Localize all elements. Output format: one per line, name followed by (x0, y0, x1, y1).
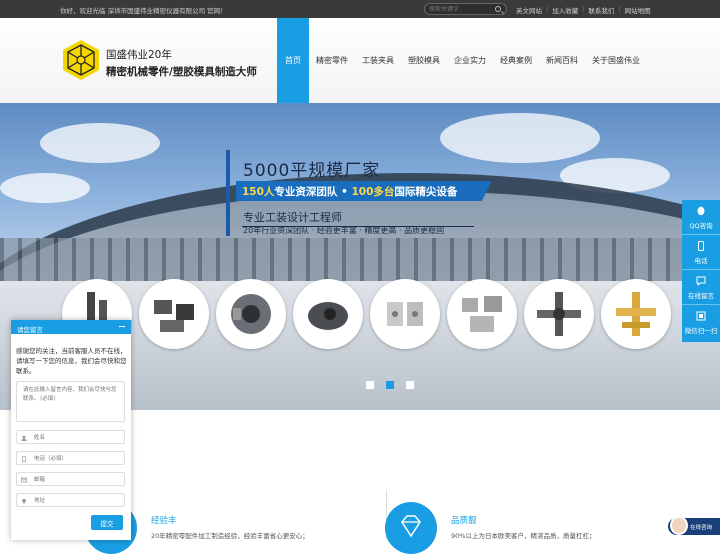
company-logo-icon[interactable] (59, 39, 103, 81)
brass-part-icon (616, 292, 656, 336)
separator: | (582, 5, 585, 13)
ribbon-highlight: 100多台 (351, 186, 395, 198)
site-header: 国盛伟业20年 精密机械零件/塑胶模具制造大师 首页 精密零件 工装夹具 塑胶模… (0, 18, 720, 103)
online-chat-button[interactable]: 在线咨询 (668, 516, 720, 535)
slider-dot[interactable] (406, 381, 414, 389)
message-intro: 感谢您的关注，当前客服人员不在线，请填写一下您的信息，我们会尽快和您联系。 (16, 347, 127, 375)
right-float-bar: QQ咨询 电话 在线留言 微信扫一扫 (682, 200, 720, 342)
nav-news[interactable]: 新闻百科 (539, 18, 585, 103)
qr-code-icon (696, 311, 706, 321)
metal-part-icon (387, 302, 423, 326)
location-icon (22, 499, 26, 504)
link-contact-us[interactable]: 联系我们 (588, 5, 614, 15)
product-image[interactable] (293, 279, 363, 349)
wechat-scan-button[interactable]: 微信扫一扫 (682, 305, 720, 340)
product-image[interactable] (601, 279, 671, 349)
diamond-icon (385, 502, 437, 554)
product-image[interactable] (370, 279, 440, 349)
main-nav: 首页 精密零件 工装夹具 塑胶模具 企业实力 经典案例 新闻百科 关于国盛伟业 (277, 18, 647, 103)
feature-title: 经验丰 (151, 516, 177, 526)
message-widget: 请您留言 感谢您的关注，当前客服人员不在线，请填写一下您的信息，我们会尽快和您联… (11, 320, 131, 540)
email-icon (21, 477, 27, 483)
slider-dots (366, 381, 414, 389)
banner-accent-bar (226, 150, 230, 236)
nav-company-strength[interactable]: 企业实力 (447, 18, 493, 103)
message-header-title: 请您留言 (17, 326, 43, 334)
nav-about[interactable]: 关于国盛伟业 (585, 18, 647, 103)
cloud (40, 123, 160, 163)
minimize-icon[interactable] (119, 326, 125, 327)
metal-part-icon (231, 294, 271, 334)
banner-subtitle: 专业工装设计工程师 (243, 211, 342, 224)
phone-icon (698, 241, 704, 251)
separator: | (618, 5, 621, 13)
nav-cases[interactable]: 经典案例 (493, 18, 539, 103)
online-message-button[interactable]: 在线留言 (682, 270, 720, 305)
slider-dot-active[interactable] (386, 381, 394, 389)
banner-title: 5000平规模厂家 (243, 161, 381, 181)
submit-button[interactable]: 提交 (91, 515, 123, 530)
banner-ribbon: 150人专业资深团队 • 100多台国际精尖设备 (236, 181, 492, 201)
message-textarea[interactable] (16, 381, 125, 422)
product-image[interactable] (447, 279, 517, 349)
feature-desc: 90%以上为日本欧美客户，精湛品质，质量杠杠； (451, 532, 596, 540)
nav-home[interactable]: 首页 (277, 18, 309, 103)
nav-fixtures[interactable]: 工装夹具 (355, 18, 401, 103)
product-image[interactable] (139, 279, 209, 349)
metal-part-icon (537, 292, 581, 336)
cloud (0, 173, 90, 203)
top-links: 英文网站 | 加入收藏 | 联系我们 | 网站地图 (516, 5, 651, 15)
phone-button[interactable]: 电话 (682, 235, 720, 270)
search-input[interactable] (429, 5, 489, 14)
email-field[interactable] (16, 472, 125, 486)
cloud (440, 113, 600, 163)
link-add-favorite[interactable]: 加入收藏 (552, 5, 578, 15)
separator: | (546, 5, 549, 13)
nav-plastic-molds[interactable]: 塑胶模具 (401, 18, 447, 103)
nav-precision-parts[interactable]: 精密零件 (309, 18, 355, 103)
brand-line-1: 国盛伟业20年 (106, 49, 172, 61)
float-label: 微信扫一扫 (684, 327, 718, 335)
phone-icon (22, 456, 26, 462)
message-header[interactable]: 请您留言 (11, 320, 131, 334)
search-icon[interactable] (495, 6, 501, 12)
float-label: 电话 (694, 257, 708, 265)
ribbon-highlight: 150人 (242, 186, 275, 198)
chat-label: 在线咨询 (690, 525, 713, 531)
feature-title: 品质靓 (451, 516, 477, 526)
feature-desc: 20年精密零配件加工制造经验，经验丰富省心更安心； (151, 532, 309, 540)
welcome-text: 你好，欢迎光临 深圳市国盛伟业精密仪器有限公司 官网！ (60, 7, 227, 15)
float-label: 在线留言 (688, 292, 714, 300)
phone-field[interactable] (16, 451, 125, 465)
email-input[interactable] (34, 475, 119, 484)
product-image[interactable] (216, 279, 286, 349)
link-site-map[interactable]: 网站地图 (625, 5, 651, 15)
float-label: QQ咨询 (689, 222, 713, 230)
ribbon-text: 专业资深团队 • (274, 186, 352, 198)
slider-dot[interactable] (366, 381, 374, 389)
metal-part-icon (462, 296, 502, 332)
message-icon (696, 276, 706, 286)
qq-consult-button[interactable]: QQ咨询 (682, 200, 720, 235)
ribbon-text: 国际精尖设备 (394, 186, 458, 198)
phone-input[interactable] (34, 454, 119, 463)
agent-avatar (670, 516, 688, 535)
top-search[interactable] (424, 3, 507, 15)
address-input[interactable] (34, 496, 119, 505)
product-image[interactable] (524, 279, 594, 349)
qq-icon (697, 206, 705, 216)
name-input[interactable] (34, 433, 119, 442)
banner-tagline: 20年行业资深团队 · 经验更丰富 · 精度更高 · 品质更稳固 (243, 226, 445, 235)
name-field[interactable] (16, 430, 125, 444)
top-bar: 你好，欢迎光临 深圳市国盛伟业精密仪器有限公司 官网！ 英文网站 | 加入收藏 … (0, 0, 720, 18)
metal-part-icon (308, 302, 348, 330)
metal-part-icon (154, 300, 194, 332)
brand-line-2: 精密机械零件/塑胶模具制造大师 (106, 66, 257, 78)
product-circles (62, 279, 671, 349)
address-field[interactable] (16, 493, 125, 507)
user-icon (21, 435, 27, 441)
link-english-site[interactable]: 英文网站 (516, 5, 542, 15)
